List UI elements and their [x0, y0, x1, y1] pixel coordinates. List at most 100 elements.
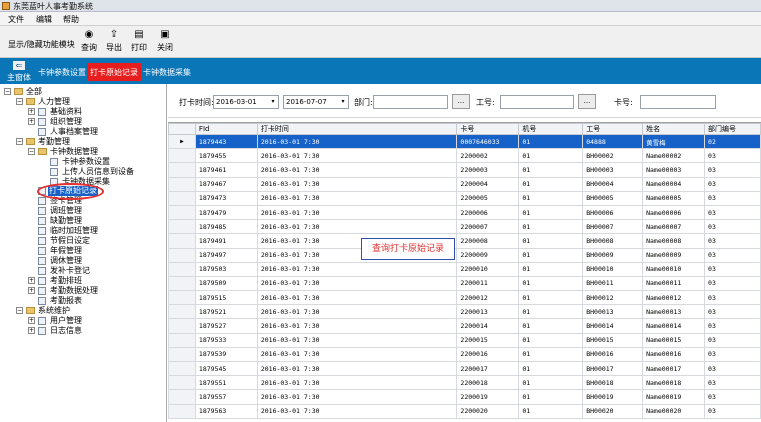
binoculars-icon: ◉	[84, 29, 94, 40]
tab-clock-collect[interactable]: 卡钟数据采集	[140, 65, 194, 79]
table-row[interactable]: 1879563 2016-03-01 7:30 2200020 01 BH00020 Na…	[168, 403, 761, 419]
home-window-label: 主窗体	[7, 73, 31, 82]
calendar-dropdown-icon[interactable]: ▾	[338, 96, 348, 108]
cell-name: Name00010	[642, 261, 706, 277]
tree-label: 调班管理	[50, 206, 82, 215]
print-button[interactable]: ▤ 打印	[126, 29, 152, 55]
row-indicator[interactable]	[168, 247, 196, 263]
table-row[interactable]: 1879539 2016-03-01 7:30 2200016 01 BH00016 Na…	[168, 346, 761, 363]
row-indicator[interactable]	[168, 304, 196, 320]
collapse-icon[interactable]: −	[16, 138, 23, 145]
collapse-icon[interactable]: −	[4, 88, 11, 95]
table-row[interactable]: 1879515 2016-03-01 7:30 2200012 01 BH00012 Na…	[168, 290, 761, 306]
table-row[interactable]: 1879491 2016-03-01 7:30 2200008 01 BH00008 Na…	[168, 233, 761, 249]
col-header-card-no[interactable]: 卡号	[456, 123, 520, 135]
col-header-name[interactable]: 姓名	[642, 123, 706, 135]
card-no-input[interactable]	[640, 95, 716, 109]
cell-punch-time: 2016-03-01 7:30	[256, 148, 458, 164]
col-header-machine-no[interactable]: 机号	[518, 123, 584, 135]
collapse-icon[interactable]: −	[16, 98, 23, 105]
cell-emp-no: BH00013	[582, 304, 644, 320]
table-row[interactable]: 1879461 2016-03-01 7:30 2200003 01 BH00003 Na…	[168, 162, 761, 178]
table-row[interactable]: 1879503 2016-03-01 7:30 2200010 01 BH00010 Na…	[168, 261, 761, 277]
cell-fid: 1879473	[194, 190, 258, 206]
row-indicator[interactable]	[168, 332, 196, 348]
folder-icon	[38, 148, 47, 155]
col-header-fid[interactable]: FId	[194, 123, 258, 135]
table-row[interactable]: 1879521 2016-03-01 7:30 2200013 01 BH00013 Na…	[168, 304, 761, 320]
expand-icon[interactable]: +	[28, 327, 35, 334]
table-row[interactable]: 1879497 2016-03-01 7:30 2200009 01 BH00009 Na…	[168, 247, 761, 263]
row-indicator[interactable]	[168, 176, 196, 192]
table-row[interactable]: 1879545 2016-03-01 7:30 2200017 01 BH00017 Na…	[168, 360, 761, 377]
close-button[interactable]: ▣ 关闭	[152, 29, 178, 55]
row-indicator[interactable]	[168, 148, 196, 164]
table-row[interactable]: 1879533 2016-03-01 7:30 2200015 01 BH00015 Na…	[168, 332, 761, 348]
cell-card-no: 2200010	[456, 261, 520, 277]
table-row[interactable]: 1879455 2016-03-01 7:30 2200002 01 BH00002 Na…	[168, 148, 761, 164]
menu-help[interactable]: 帮助	[63, 14, 79, 25]
expand-icon[interactable]: +	[28, 317, 35, 324]
table-row[interactable]: 1879479 2016-03-01 7:30 2200006 01 BH00006 Na…	[168, 204, 761, 221]
row-indicator[interactable]	[168, 360, 196, 377]
row-indicator[interactable]	[168, 389, 196, 405]
query-button[interactable]: ◉ 查询	[76, 29, 102, 55]
table-row[interactable]: 1879467 2016-03-01 7:30 2200004 01 BH00004 Na…	[168, 176, 761, 192]
tab-raw-records[interactable]: 打卡原始记录	[87, 63, 141, 81]
empno-input[interactable]	[500, 95, 574, 109]
cell-card-no: 2200014	[456, 318, 520, 334]
col-header-punch-time[interactable]: 打卡时间	[256, 123, 458, 135]
table-row[interactable]: 1879551 2016-03-01 7:30 2200018 01 BH00018 Na…	[168, 375, 761, 391]
row-indicator[interactable]	[168, 233, 196, 249]
table-row[interactable]: 1879485 2016-03-01 7:30 2200007 01 BH00007 Na…	[168, 219, 761, 235]
cell-fid: 1879503	[194, 261, 258, 277]
empno-browse-button[interactable]: ...	[578, 94, 596, 109]
calendar-dropdown-icon[interactable]: ▾	[268, 96, 278, 108]
toggle-modules-button[interactable]: 显示/隐藏功能模块	[8, 39, 75, 50]
tab-clock-params[interactable]: 卡钟参数设置	[35, 65, 89, 79]
tree-label: 上传人员信息到设备	[62, 167, 134, 176]
row-indicator[interactable]	[168, 375, 196, 391]
table-row[interactable]: 1879473 2016-03-01 7:30 2200005 01 BH00005 Na…	[168, 190, 761, 206]
cell-machine-no: 01	[518, 332, 584, 348]
date-to-picker[interactable]: 2016-07-07 ▾	[283, 95, 349, 109]
row-indicator[interactable]	[168, 190, 196, 206]
expand-icon[interactable]: +	[28, 118, 35, 125]
highlight-ellipse	[37, 183, 104, 200]
table-row[interactable]: 1879557 2016-03-01 7:30 2200019 01 BH00019 Na…	[168, 389, 761, 405]
table-row[interactable]: ▶ 1879443 2016-03-01 7:30 0007646033 01 04888…	[168, 133, 761, 150]
cell-emp-no: 04888	[582, 133, 644, 150]
row-indicator[interactable]	[168, 162, 196, 178]
row-indicator[interactable]	[168, 204, 196, 221]
dept-browse-button[interactable]: ...	[452, 94, 470, 109]
menu-edit[interactable]: 编辑	[36, 14, 52, 25]
expand-icon[interactable]: +	[28, 108, 35, 115]
module-icon	[50, 158, 58, 166]
row-indicator[interactable]	[168, 219, 196, 235]
table-row[interactable]: 1879527 2016-03-01 7:30 2200014 01 BH00014 Na…	[168, 318, 761, 334]
export-button[interactable]: ⇪ 导出	[101, 29, 127, 55]
row-indicator[interactable]	[168, 275, 196, 292]
row-indicator[interactable]	[168, 290, 196, 306]
collapse-icon[interactable]: −	[16, 307, 23, 314]
row-indicator[interactable]: ▶	[168, 133, 196, 150]
expand-icon[interactable]: +	[28, 277, 35, 284]
cell-fid: 1879539	[194, 346, 258, 363]
module-icon	[38, 197, 46, 205]
home-window-button[interactable]: ⇐ 主窗体	[6, 61, 32, 83]
tree-label: 人力管理	[38, 97, 70, 106]
cell-machine-no: 01	[518, 375, 584, 391]
menu-file[interactable]: 文件	[8, 14, 24, 25]
date-from-picker[interactable]: 2016-03-01 ▾	[213, 95, 279, 109]
col-header-dept-no[interactable]: 部门编号	[704, 123, 761, 135]
row-indicator[interactable]	[168, 346, 196, 363]
table-row[interactable]: 1879509 2016-03-01 7:30 2200011 01 BH00011 Na…	[168, 275, 761, 292]
collapse-icon[interactable]: −	[28, 148, 35, 155]
row-indicator[interactable]	[168, 261, 196, 277]
tree-label: 节假日设定	[50, 236, 90, 245]
col-header-emp-no[interactable]: 工号	[582, 123, 644, 135]
row-indicator[interactable]	[168, 403, 196, 419]
row-indicator[interactable]	[168, 318, 196, 334]
dept-input[interactable]	[373, 95, 448, 109]
expand-icon[interactable]: +	[28, 287, 35, 294]
